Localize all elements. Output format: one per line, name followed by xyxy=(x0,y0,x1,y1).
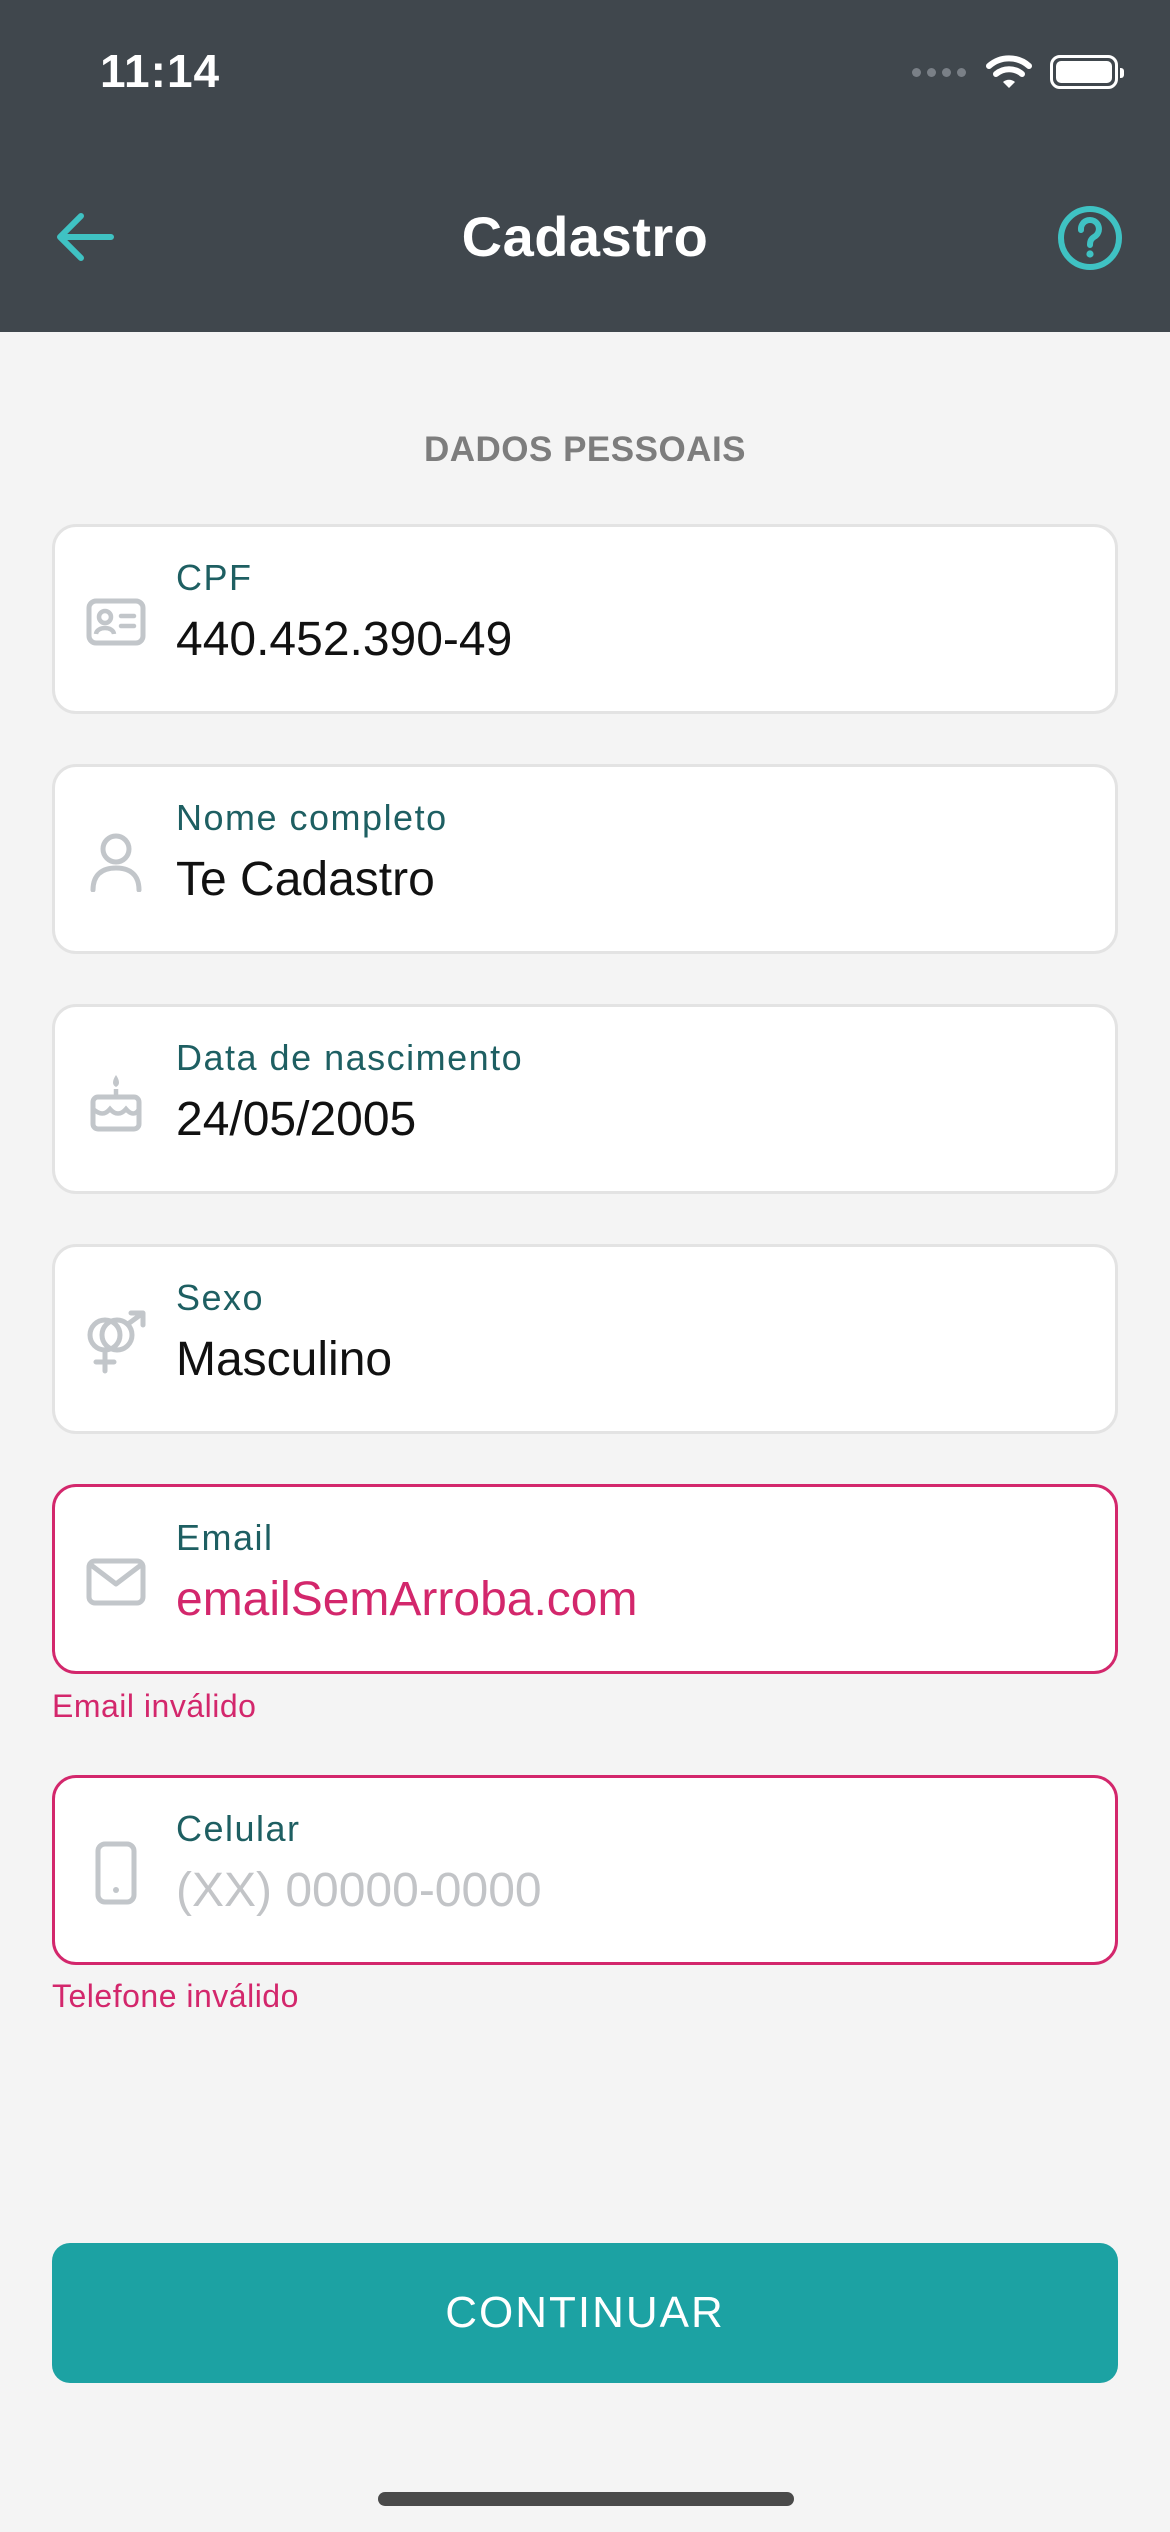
continue-button[interactable]: CONTINUAR xyxy=(52,2243,1118,2383)
phone-error-message: Telefone inválido xyxy=(52,1978,299,2014)
app-header: 11:14 Cadastro xyxy=(0,0,1170,332)
gender-label: Sexo xyxy=(176,1277,265,1318)
battery-icon xyxy=(1050,55,1124,89)
status-time: 11:14 xyxy=(100,45,221,97)
mail-icon xyxy=(81,1547,151,1617)
phone-field[interactable]: Celular xyxy=(52,1775,1118,1965)
birthdate-label: Data de nascimento xyxy=(176,1037,524,1078)
cpf-field[interactable]: CPF xyxy=(52,524,1118,714)
cpf-input[interactable] xyxy=(176,612,1076,667)
email-label: Email xyxy=(176,1517,274,1558)
email-error-message: Email inválido xyxy=(52,1688,257,1724)
page-title: Cadastro xyxy=(461,205,709,268)
cake-icon xyxy=(81,1067,151,1137)
cellular-signal-icon xyxy=(912,67,966,77)
wifi-icon xyxy=(986,55,1032,88)
user-icon xyxy=(81,827,151,897)
help-button[interactable] xyxy=(1052,200,1128,276)
name-label: Nome completo xyxy=(176,797,448,838)
status-indicators xyxy=(912,52,1124,92)
help-circle-icon xyxy=(1058,206,1122,270)
gender-field[interactable]: Sexo xyxy=(52,1244,1118,1434)
cpf-label: CPF xyxy=(176,557,253,598)
email-input[interactable] xyxy=(176,1572,1076,1627)
section-title: DADOS PESSOAIS xyxy=(423,430,747,469)
name-field[interactable]: Nome completo xyxy=(52,764,1118,954)
gender-icon xyxy=(81,1307,151,1377)
name-input[interactable] xyxy=(176,852,1076,907)
gender-select[interactable] xyxy=(176,1332,1076,1387)
home-indicator[interactable] xyxy=(378,2492,794,2506)
phone-input[interactable] xyxy=(176,1863,1076,1918)
phone-label: Celular xyxy=(176,1808,301,1849)
phone-icon xyxy=(81,1838,151,1908)
email-field[interactable]: Email xyxy=(52,1484,1118,1674)
birthdate-field[interactable]: Data de nascimento xyxy=(52,1004,1118,1194)
id-card-icon xyxy=(81,587,151,657)
birthdate-input[interactable] xyxy=(176,1092,1076,1147)
